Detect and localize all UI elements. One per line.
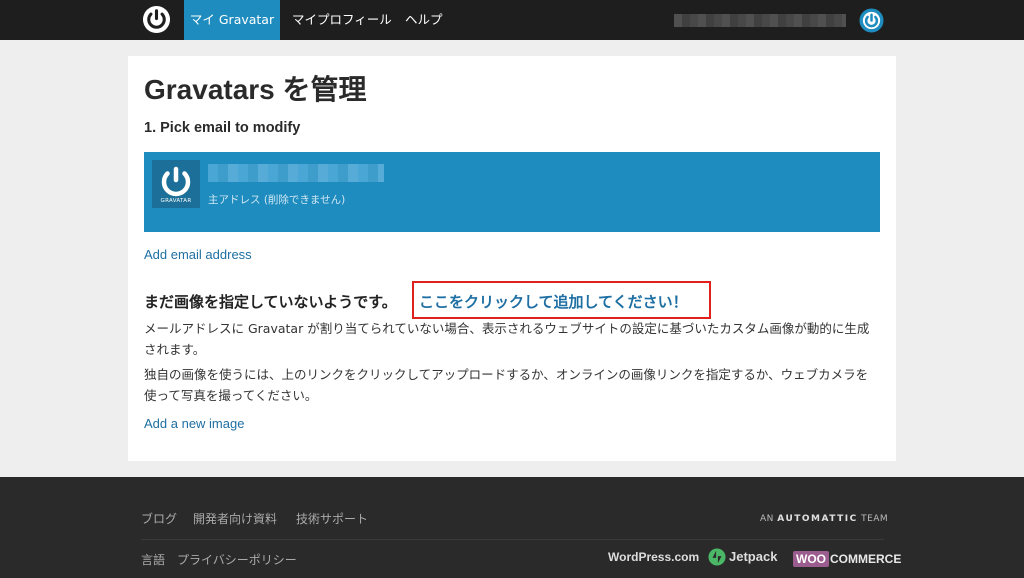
primary-address-note: 主アドレス (削除できません) — [208, 194, 346, 206]
card-logo-text: GRAVATAR — [160, 198, 192, 204]
email-card-selected[interactable]: GRAVATAR 主アドレス (削除できません) — [144, 152, 880, 232]
automattic-suffix: TEAM — [861, 514, 889, 524]
gravatar-card-logo: GRAVATAR — [152, 160, 200, 208]
manage-gravatars-panel: Gravatars を管理 1. Pick email to modify GR… — [128, 56, 896, 461]
jetpack-icon[interactable] — [708, 548, 726, 566]
footer-divider — [141, 539, 884, 540]
no-image-heading: まだ画像を指定していないようです。 — [144, 293, 397, 311]
woocommerce-link[interactable]: WOO COMMERCE — [793, 548, 902, 567]
jetpack-link[interactable]: Jetpack — [729, 549, 777, 564]
tab-my-profile[interactable]: マイプロフィール — [280, 0, 404, 40]
add-image-link[interactable]: Add a new image — [144, 416, 244, 431]
footer-link-developers[interactable]: 開発者向け資料 — [193, 510, 277, 527]
wordpress-link[interactable]: WordPress.com — [608, 550, 699, 564]
footer-link-support[interactable]: 技術サポート — [296, 510, 368, 527]
gravatar-logo-icon[interactable] — [142, 5, 171, 34]
user-email-redacted[interactable] — [674, 14, 846, 27]
tab-my-gravatar[interactable]: マイ Gravatar — [184, 0, 280, 40]
tab-help[interactable]: ヘルプ — [393, 0, 455, 40]
woo-badge: WOO — [793, 551, 829, 567]
page-title: Gravatars を管理 — [144, 74, 367, 105]
footer-link-privacy[interactable]: プライバシーポリシー — [177, 551, 297, 568]
footer-link-blog[interactable]: ブログ — [141, 510, 177, 527]
add-email-link[interactable]: Add email address — [144, 247, 252, 262]
step-heading: 1. Pick email to modify — [144, 120, 301, 136]
automattic-team-credit[interactable]: AN AUTOMATTIC TEAM — [760, 514, 888, 524]
automattic-prefix: AN — [760, 514, 774, 524]
top-nav-bar: マイ Gravatar マイプロフィール ヘルプ — [0, 0, 1024, 40]
click-to-add-link[interactable]: ここをクリックして追加してください！ — [419, 291, 688, 312]
info-paragraph-1: メールアドレスに Gravatar が割り当てられていない場合、表示されるウェブ… — [144, 321, 870, 357]
info-paragraph-2: 独自の画像を使うには、上のリンクをクリックしてアップロードするか、オンラインの画… — [144, 367, 869, 403]
footer-link-language[interactable]: 言語 — [141, 551, 165, 568]
woo-text: COMMERCE — [830, 552, 902, 566]
footer: ブログ 開発者向け資料 技術サポート AN AUTOMATTIC TEAM 言語… — [0, 477, 1024, 578]
automattic-brand: AUTOMATTIC — [777, 514, 858, 524]
email-address-redacted — [208, 164, 384, 182]
user-avatar-icon[interactable] — [859, 8, 884, 33]
